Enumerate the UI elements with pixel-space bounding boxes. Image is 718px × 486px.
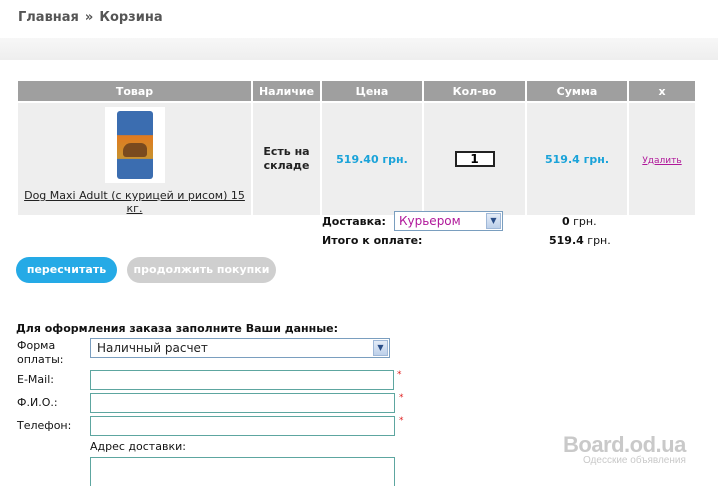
phone-required-mark: *	[399, 416, 404, 426]
payment-label: Форма оплаты:	[17, 339, 64, 366]
total-unit: грн.	[587, 234, 611, 247]
fullname-required-mark: *	[399, 393, 404, 403]
delivery-selected-value: Курьером	[399, 214, 461, 228]
delivery-select[interactable]: Курьером ▼	[394, 211, 503, 231]
email-label: E-Mail:	[17, 373, 54, 386]
sum-cell: 519.4 грн.	[527, 101, 627, 215]
product-cell: Dog Maxi Adult (с курицей и рисом) 15 кг…	[18, 101, 251, 215]
watermark-sub: Одесские объявления	[583, 455, 686, 466]
total-label: Итого к оплате:	[322, 234, 423, 247]
order-form-title: Для оформления заказа заполните Ваши дан…	[16, 322, 339, 335]
product-dog-image	[122, 143, 147, 157]
quantity-input[interactable]	[454, 151, 495, 167]
breadcrumb: Главная » Корзина	[18, 10, 163, 25]
quantity-cell	[424, 101, 525, 215]
product-name-link[interactable]: Dog Maxi Adult (с курицей и рисом) 15 кг…	[24, 189, 245, 215]
price-cell: 519.40 грн.	[322, 101, 422, 215]
cart-table: Товар Наличие Цена Кол-во Сумма x Dog Ma…	[16, 81, 697, 215]
header-product: Товар	[18, 81, 251, 101]
payment-selected-value: Наличный расчет	[97, 341, 208, 355]
cart-header-row: Товар Наличие Цена Кол-во Сумма x	[18, 81, 695, 101]
delivery-cost-unit: грн.	[573, 215, 597, 228]
fullname-field[interactable]	[90, 393, 395, 413]
header-availability: Наличие	[253, 81, 320, 101]
unit-price: 519.40 грн.	[336, 152, 408, 166]
header-price: Цена	[322, 81, 422, 101]
phone-label: Телефон:	[17, 419, 72, 432]
header-delete: x	[629, 81, 695, 101]
recalculate-button[interactable]: пересчитать	[16, 257, 117, 283]
header-quantity: Кол-во	[424, 81, 525, 101]
availability-status: Есть на складе	[263, 145, 310, 172]
header-sum: Сумма	[527, 81, 627, 101]
total-amount: 519.4 грн.	[549, 234, 611, 247]
breadcrumb-current: Корзина	[99, 10, 163, 25]
total-value: 519.4	[549, 234, 584, 247]
fullname-label: Ф.И.О.:	[17, 396, 58, 409]
breadcrumb-separator: »	[84, 10, 94, 25]
header-band	[0, 38, 718, 60]
breadcrumb-home-link[interactable]: Главная	[18, 10, 79, 25]
table-row: Dog Maxi Adult (с курицей и рисом) 15 кг…	[18, 101, 695, 215]
delete-item-link[interactable]: Удалить	[642, 156, 681, 166]
watermark: Board.od.ua Одесские объявления	[563, 432, 713, 466]
delivery-label: Доставка:	[322, 215, 386, 228]
delivery-cost: 0 грн.	[562, 215, 597, 228]
delivery-cost-value: 0	[562, 215, 570, 228]
chevron-down-icon[interactable]: ▼	[486, 213, 501, 229]
address-field[interactable]	[90, 457, 395, 486]
availability-cell: Есть на складе	[253, 101, 320, 215]
delete-cell: Удалить	[629, 101, 695, 215]
email-required-mark: *	[397, 370, 402, 380]
line-sum: 519.4 грн.	[544, 152, 610, 166]
payment-select[interactable]: Наличный расчет ▼	[90, 338, 390, 358]
product-image[interactable]	[104, 107, 165, 183]
chevron-down-icon[interactable]: ▼	[373, 340, 388, 356]
address-label: Адрес доставки:	[90, 440, 186, 453]
email-field[interactable]	[90, 370, 394, 390]
phone-field[interactable]	[90, 416, 395, 436]
continue-shopping-button[interactable]: продолжить покупки	[127, 257, 276, 283]
